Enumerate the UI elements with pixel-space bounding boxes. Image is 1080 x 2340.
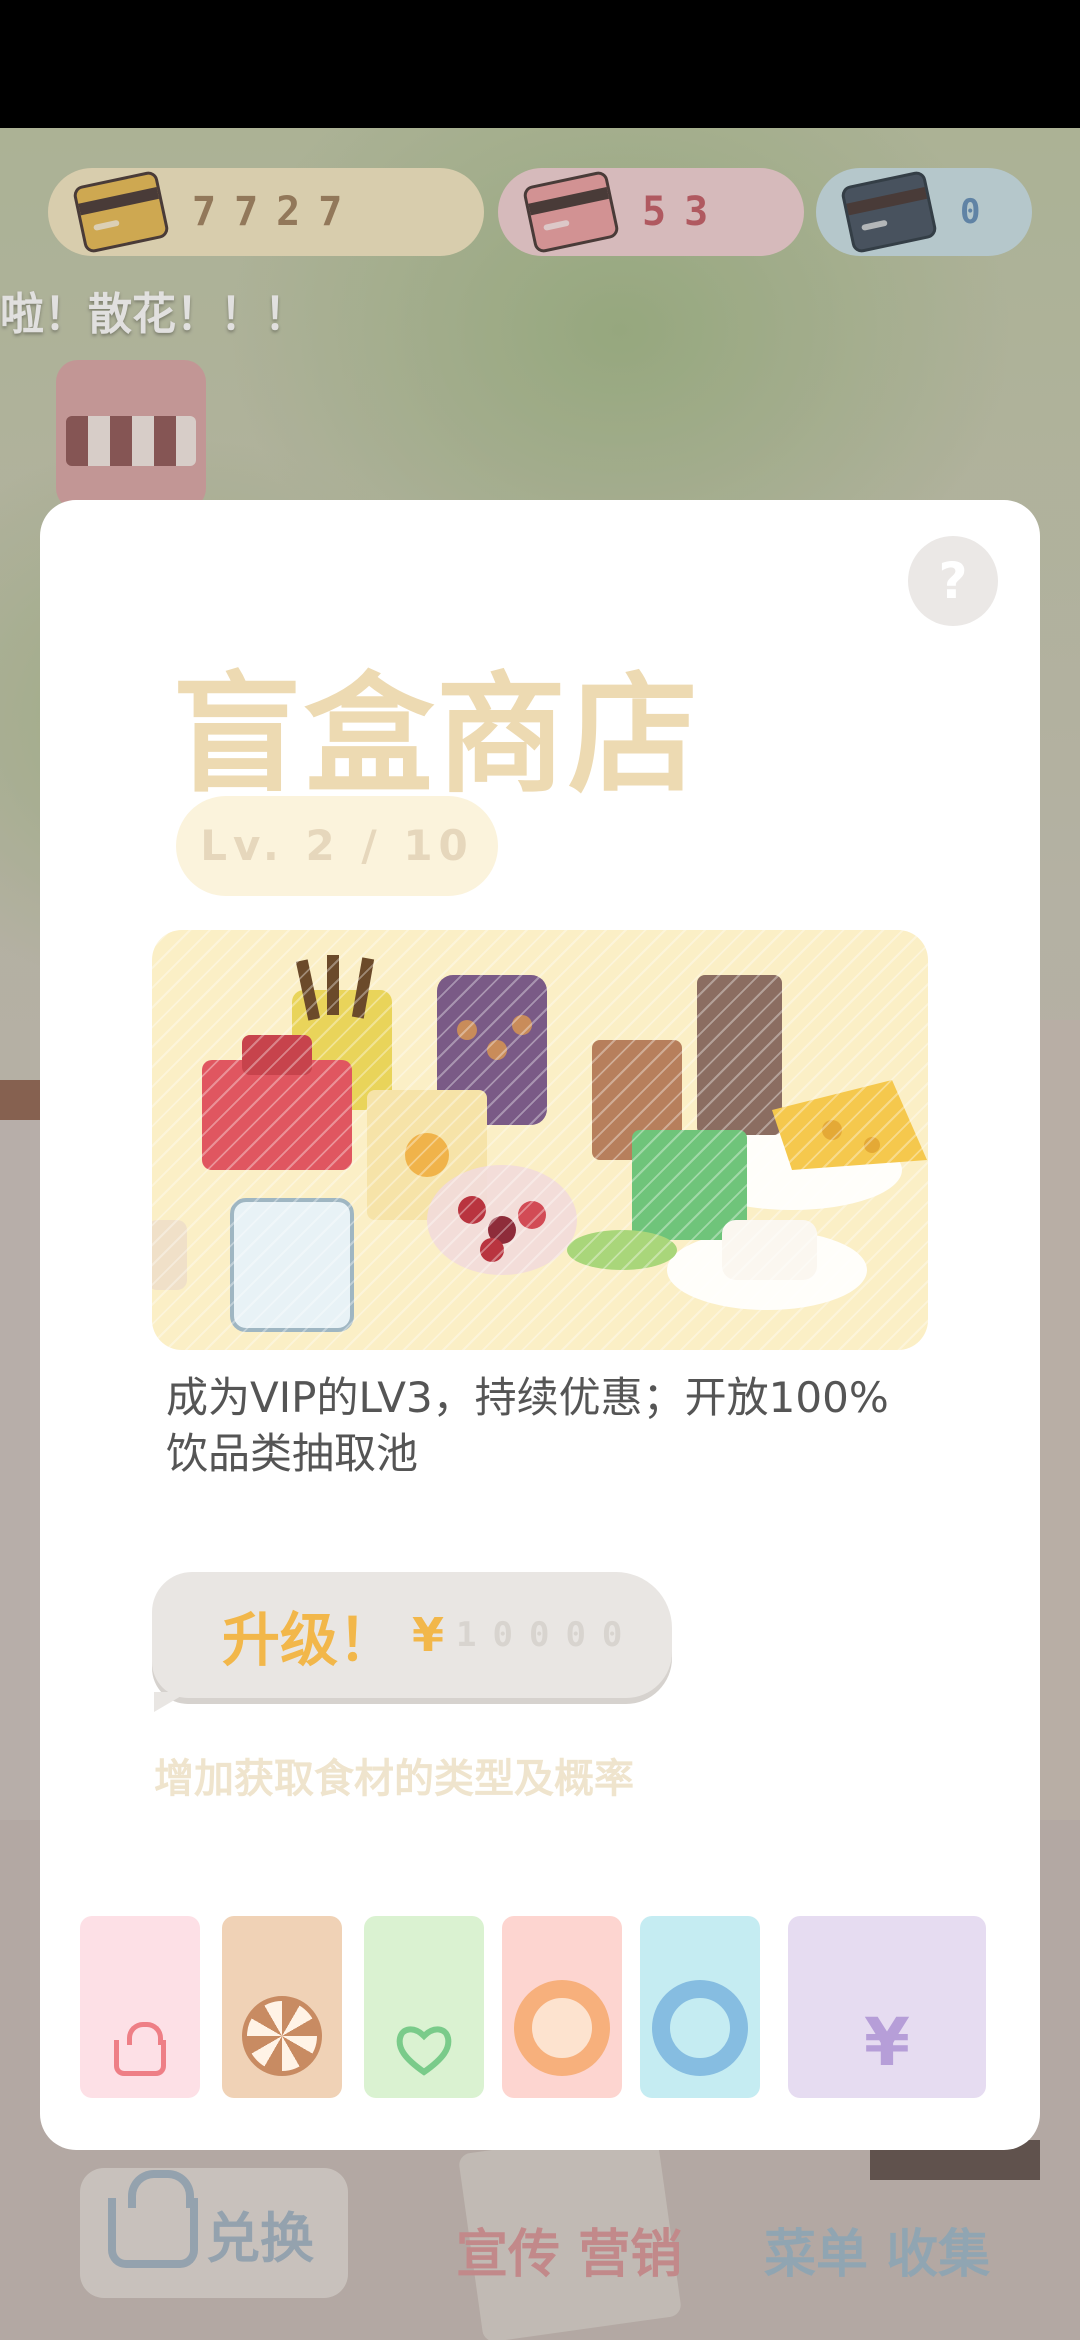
ring-icon (514, 1980, 610, 2076)
heart-icon (396, 2026, 452, 2076)
upgrade-price: 10000 (456, 1615, 639, 1655)
tab-orange-ring[interactable] (502, 1916, 622, 2098)
upgrade-hint: 增加获取食材的类型及概率 (154, 1756, 634, 1802)
yen-icon: ¥ (864, 2004, 910, 2081)
illustration-hatch-overlay (152, 930, 928, 1350)
tab-blue-ring[interactable] (640, 1916, 760, 2098)
tab-heart[interactable] (364, 1916, 484, 2098)
shop-title: 盲盒商店 (172, 659, 701, 811)
status-bar (0, 0, 1080, 128)
help-button[interactable]: ? (908, 536, 998, 626)
basket-icon (114, 2022, 166, 2076)
level-badge: Lv. 2 / 10 (176, 796, 498, 896)
tab-yen[interactable]: ¥ (788, 1916, 986, 2098)
upgrade-description: 成为VIP的LV3，持续优惠；开放100%饮品类抽取池 (166, 1373, 889, 1478)
tab-wheel[interactable] (222, 1916, 342, 2098)
ring-icon (652, 1980, 748, 2076)
blind-box-food-illustration (152, 930, 928, 1350)
wheel-icon (242, 1996, 322, 2076)
yen-icon: ¥ (412, 1608, 445, 1662)
tab-basket[interactable] (80, 1916, 200, 2098)
upgrade-label: 升级！ (222, 1606, 397, 1674)
upgrade-button[interactable]: 升级！ ¥ 10000 (152, 1572, 672, 1712)
